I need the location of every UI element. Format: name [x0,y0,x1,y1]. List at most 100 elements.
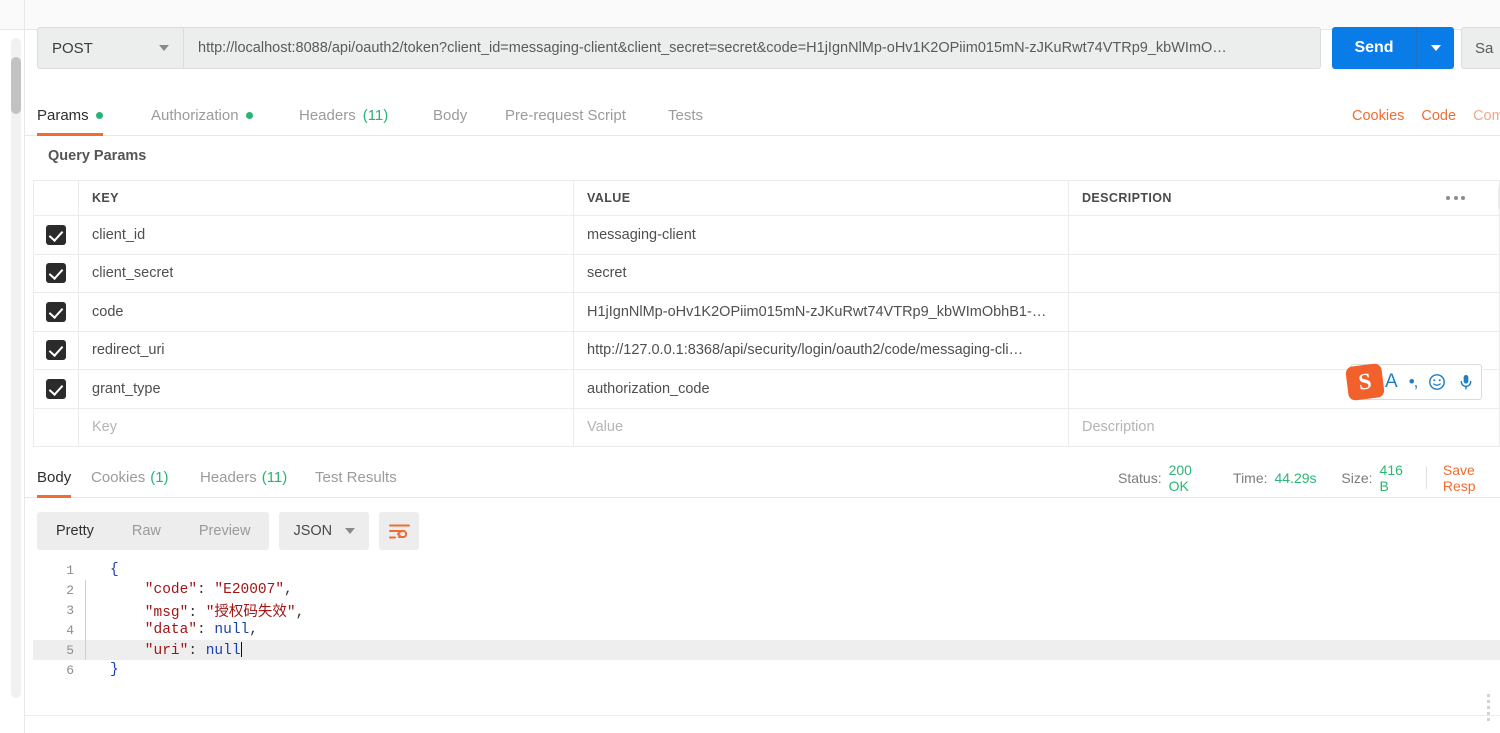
microphone-icon[interactable] [1457,373,1475,391]
punctuation-icon[interactable]: •, [1409,372,1419,392]
tab-response-body[interactable]: Body [37,458,72,498]
row-select-cell [34,408,79,446]
tab-headers-count: (11) [362,107,389,124]
letter-a-icon[interactable]: A [1385,371,1398,393]
table-row[interactable]: code H1jIgnNlMp-oHv1K2OPiim015mN-zJKuRwt… [34,293,1499,332]
line-number: 1 [66,562,74,578]
view-mode-preview[interactable]: Preview [180,512,270,550]
row-key-cell[interactable]: grant_type [79,370,574,408]
format-label: JSON [293,523,333,539]
row-key-cell[interactable]: redirect_uri [79,331,574,369]
fold-guide [85,600,93,620]
chevron-down-icon [1430,45,1441,51]
response-body-code[interactable]: 1{2 "code": "E20007", 3 "msg": "授权码失效", 4 … [33,560,1500,708]
row-checkbox[interactable] [46,378,66,399]
table-row[interactable]: grant_type authorization_code [34,370,1499,409]
request-right-links: Cookies Code Com [1352,96,1500,135]
fold-guide [85,660,93,680]
tab-pre-request-script[interactable]: Pre-request Script [505,96,626,135]
row-select-cell [34,254,79,292]
http-method-dropdown[interactable]: POST [37,27,183,69]
word-wrap-button[interactable] [379,512,420,550]
ime-floating-toolbar: S A •, [1345,362,1483,402]
tab-response-headers[interactable]: Headers (11) [200,458,287,497]
tab-response-headers-label: Headers [200,469,257,486]
tab-test-results-label: Test Results [315,469,397,486]
code-line-text: "code": "E20007", [110,582,293,598]
tab-headers-label: Headers [299,107,356,124]
cookies-link[interactable]: Cookies [1352,108,1404,124]
tab-headers[interactable]: Headers (11) [299,96,388,135]
row-checkbox[interactable] [46,340,66,361]
code-line[interactable]: 2 "code": "E20007", [33,580,1500,600]
code-link[interactable]: Code [1421,108,1456,124]
fold-guide [85,580,93,600]
code-line[interactable]: 4 "data": null, [33,620,1500,640]
row-description-cell[interactable] [1069,293,1499,331]
format-dropdown[interactable]: JSON [279,512,370,550]
send-options-button[interactable] [1416,27,1454,69]
row-checkbox[interactable] [46,224,66,245]
row-checkbox[interactable] [46,263,66,284]
view-mode-raw[interactable]: Raw [113,512,180,550]
comments-link[interactable]: Com [1473,108,1500,124]
row-key-text: code [92,303,124,320]
row-value-cell[interactable]: authorization_code [574,370,1069,408]
send-button[interactable]: Send [1332,27,1416,69]
tab-test-results[interactable]: Test Results [315,458,397,497]
tab-authorization[interactable]: Authorization [151,96,253,135]
table-row[interactable]: client_id messaging-client [34,216,1499,255]
tab-params[interactable]: Params [37,96,103,136]
code-line[interactable]: 1{ [33,560,1500,580]
fold-guide [85,620,93,640]
row-description-cell[interactable] [1069,216,1499,254]
save-response-link[interactable]: Save Resp [1443,462,1500,494]
tab-response-cookies-count: (1) [150,469,169,486]
code-line[interactable]: 6} [33,660,1500,680]
code-line[interactable]: 5 "uri": null [33,640,1500,660]
table-row[interactable]: redirect_uri http://127.0.0.1:8368/api/s… [34,331,1499,370]
row-value-cell[interactable]: http://127.0.0.1:8368/api/security/login… [574,331,1069,369]
view-mode-group: Pretty Raw Preview [37,512,270,550]
row-value-cell[interactable]: secret [574,254,1069,292]
row-checkbox[interactable] [46,301,66,322]
status-dot-icon [95,112,103,119]
row-select-cell [34,293,79,331]
tab-tests[interactable]: Tests [668,96,703,135]
row-key-cell[interactable]: client_id [79,216,574,254]
row-value-cell[interactable]: H1jIgnNlMp-oHv1K2OPiim015mN-zJKuRwt74VTR… [574,293,1069,331]
save-button[interactable]: Sa [1461,27,1500,69]
row-value-cell[interactable]: messaging-client [574,216,1069,254]
tab-response-cookies[interactable]: Cookies (1) [91,458,169,497]
size-label: Size: [1341,469,1373,486]
row-value-text: messaging-client [587,226,696,243]
line-number: 2 [66,582,74,598]
row-key-cell[interactable]: code [79,293,574,331]
tab-response-body-label: Body [37,469,72,486]
code-line[interactable]: 3 "msg": "授权码失效", [33,600,1500,621]
view-mode-pretty[interactable]: Pretty [37,512,113,550]
resize-handle[interactable] [1487,694,1490,721]
vertical-scrollbar[interactable] [11,38,21,698]
url-input[interactable]: http://localhost:8088/api/oauth2/token?c… [183,27,1321,69]
tab-body[interactable]: Body [433,96,467,135]
new-description-input[interactable]: Description [1069,409,1499,447]
row-key-cell[interactable]: client_secret [79,254,574,292]
table-row-empty[interactable]: Key Value Description [34,408,1499,447]
sogou-logo-icon[interactable]: S [1345,362,1385,402]
table-row[interactable]: client_secret secret [34,254,1499,293]
code-line-text: } [110,662,119,678]
row-select-cell [34,216,79,254]
time-label: Time: [1233,469,1268,486]
row-description-cell[interactable] [1069,255,1499,293]
ellipsis-icon[interactable] [1446,196,1465,200]
query-params-title: Query Params [48,148,147,164]
new-value-input[interactable]: Value [574,408,1069,446]
tab-authorization-label: Authorization [151,107,239,124]
new-key-input[interactable]: Key [79,408,574,446]
fold-guide [85,560,93,580]
vertical-scrollbar-thumb[interactable] [11,57,21,114]
emoji-icon[interactable] [1428,373,1446,391]
tab-params-label: Params [37,107,89,124]
status-value: 200 OK [1168,461,1192,494]
